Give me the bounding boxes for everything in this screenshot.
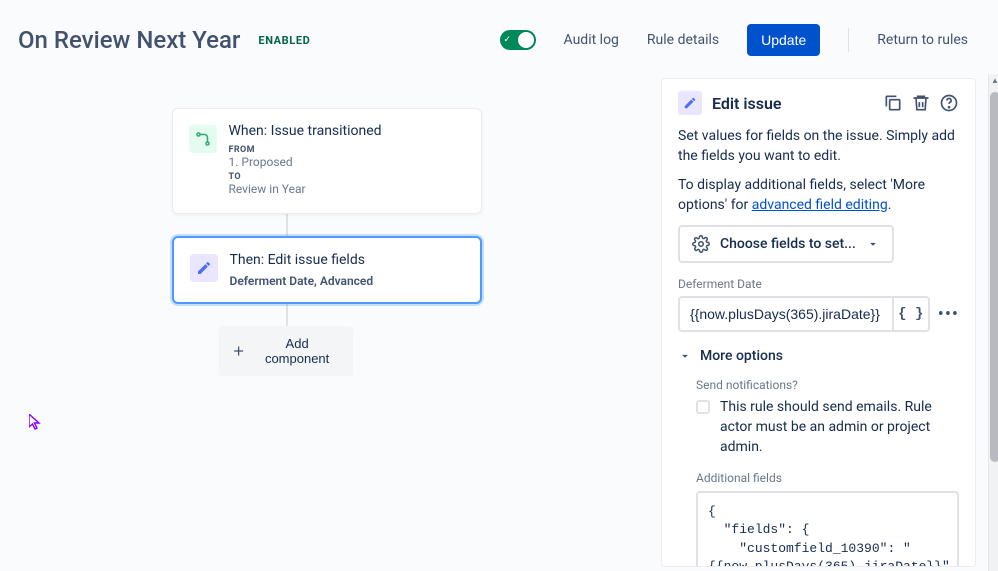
more-options-toggle[interactable]: More options [678, 348, 959, 364]
update-button[interactable]: Update [747, 24, 820, 56]
from-label: FROM [229, 145, 465, 155]
flow-connector [286, 214, 288, 236]
enabled-badge: ENABLED [258, 34, 310, 47]
trash-icon[interactable] [911, 93, 931, 113]
from-value: 1. Proposed [229, 155, 465, 169]
action-sub: Deferment Date, Advanced [230, 274, 464, 288]
return-to-rules-link[interactable]: Return to rules [877, 32, 968, 48]
send-emails-label: This rule should send emails. Rule actor… [720, 398, 959, 457]
additional-fields-label: Additional fields [696, 471, 959, 485]
scroll-up-icon[interactable]: ▲ [988, 76, 998, 85]
action-title: Then: Edit issue fields [230, 252, 464, 268]
panel-desc-2: To display additional fields, select 'Mo… [678, 176, 959, 215]
pencil-icon [190, 254, 218, 282]
gear-icon [692, 235, 710, 253]
more-options-label: More options [700, 348, 783, 364]
check-icon: ✓ [504, 36, 512, 45]
smart-values-button[interactable]: { } [892, 298, 928, 330]
panel-title: Edit issue [712, 94, 873, 113]
add-component-button[interactable]: Add component [219, 326, 353, 376]
deferment-date-input-wrap: { } [678, 296, 930, 332]
field-more-icon[interactable]: ••• [938, 304, 959, 325]
cursor-icon [29, 414, 43, 430]
transition-icon [189, 125, 217, 153]
rule-enabled-toggle[interactable]: ✓ [500, 30, 536, 50]
add-component-label: Add component [254, 336, 341, 366]
rule-details-link[interactable]: Rule details [647, 32, 719, 48]
to-value: Review in Year [229, 182, 465, 196]
choose-fields-label: Choose fields to set... [720, 236, 856, 252]
desc-text: . [888, 197, 892, 213]
help-icon[interactable] [939, 93, 959, 113]
send-notifications-label: Send notifications? [696, 378, 959, 392]
send-emails-checkbox[interactable] [696, 400, 710, 414]
scrollbar-thumb[interactable] [990, 92, 998, 462]
plus-icon [231, 343, 246, 359]
to-label: TO [229, 172, 465, 182]
chevron-down-icon [866, 237, 880, 251]
choose-fields-dropdown[interactable]: Choose fields to set... [678, 225, 894, 263]
divider [848, 28, 849, 52]
trigger-title: When: Issue transitioned [229, 123, 465, 139]
audit-log-link[interactable]: Audit log [564, 32, 619, 48]
page-title: On Review Next Year [18, 26, 240, 54]
scrollbar-track[interactable]: ▲ [988, 74, 998, 571]
edit-issue-panel: Edit issue Set values for fields on the … [661, 78, 976, 567]
pencil-icon [678, 91, 702, 115]
copy-icon[interactable] [883, 93, 903, 113]
flow-connector [286, 304, 288, 326]
edit-issue-card[interactable]: Then: Edit issue fields Deferment Date, … [172, 236, 482, 304]
panel-desc-1: Set values for fields on the issue. Simp… [678, 127, 959, 166]
toggle-knob [518, 32, 534, 48]
deferment-date-input[interactable] [680, 298, 892, 330]
advanced-editing-link[interactable]: advanced field editing [752, 197, 888, 213]
additional-fields-textarea[interactable]: { "fields": { "customfield_10390": "{{no… [696, 491, 959, 567]
trigger-card[interactable]: When: Issue transitioned FROM 1. Propose… [172, 108, 482, 214]
chevron-down-icon [678, 349, 692, 363]
deferment-date-label: Deferment Date [678, 277, 959, 291]
